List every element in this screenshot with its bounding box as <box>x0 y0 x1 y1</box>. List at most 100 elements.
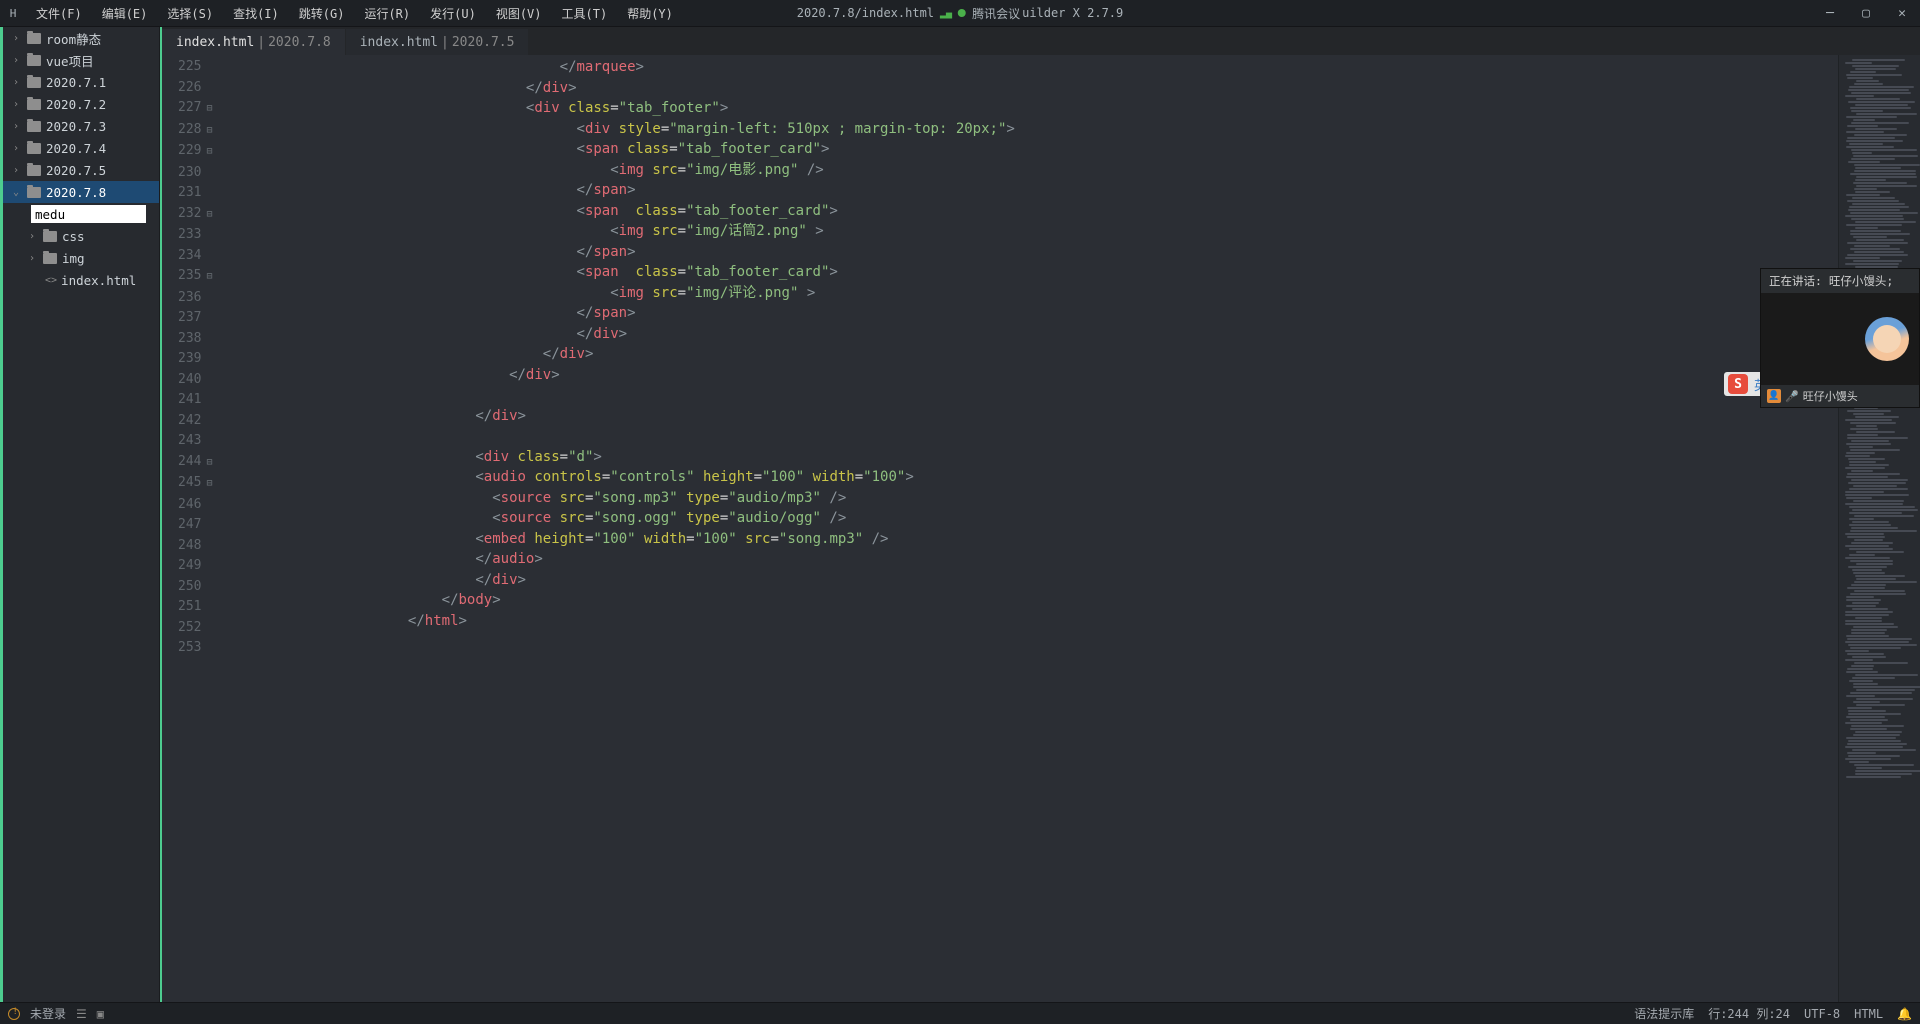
rename-input[interactable] <box>31 205 146 223</box>
warn-icon[interactable] <box>8 1008 20 1020</box>
status-bar: 未登录 ☰ ▣ 语法提示库 行:244 列:24 UTF-8 HTML 🔔 <box>0 1002 1920 1024</box>
tree-label: 2020.7.4 <box>46 141 106 156</box>
tree-folder[interactable]: 2020.7.1 <box>3 71 159 93</box>
line-gutter: 225 226 227⊟228⊟229⊟230 231 232⊟233 234 … <box>162 55 218 1002</box>
chevron-right-icon <box>29 231 41 242</box>
menu-bar: 文件(F)编辑(E)选择(S)查找(I)跳转(G)运行(R)发行(U)视图(V)… <box>26 0 683 27</box>
chevron-right-icon <box>13 33 25 44</box>
file-language[interactable]: HTML <box>1854 1007 1883 1021</box>
list-icon[interactable]: ☰ <box>76 1007 87 1021</box>
cursor-position[interactable]: 行:244 列:24 <box>1708 1005 1790 1022</box>
close-button[interactable]: ✕ <box>1884 0 1920 27</box>
panel-icon[interactable]: ▣ <box>97 1007 104 1021</box>
code-content[interactable]: </marquee> </div> <div class="tab_footer… <box>218 55 1838 1002</box>
folder-icon <box>27 99 41 110</box>
tree-label: 2020.7.8 <box>46 185 106 200</box>
tree-label: room静态 <box>46 29 101 48</box>
sogou-logo-icon[interactable]: S <box>1728 374 1748 394</box>
window-title: 2020.7.8/index.html ▂▄ 腾讯会议 uilder X 2.7… <box>797 5 1124 22</box>
mic-icon: 🎤 <box>1785 390 1799 403</box>
tree-file[interactable]: <> index.html <box>3 269 159 291</box>
meeting-video[interactable] <box>1761 293 1919 385</box>
tree-folder[interactable]: 2020.7.8 <box>3 181 159 203</box>
minimap[interactable] <box>1838 55 1920 1002</box>
html-file-icon: <> <box>45 275 57 286</box>
tree-label: 2020.7.2 <box>46 97 106 112</box>
maximize-button[interactable]: ▢ <box>1848 0 1884 27</box>
minimize-button[interactable]: ─ <box>1812 0 1848 27</box>
chevron-right-icon <box>29 253 41 264</box>
chevron-right-icon <box>13 143 25 154</box>
tab-file: index.html <box>176 35 254 50</box>
folder-icon <box>27 55 41 66</box>
tab-path: 2020.7.5 <box>452 35 515 50</box>
tree-label: 2020.7.1 <box>46 75 106 90</box>
meeting-speaking: 正在讲话: 旺仔小馒头; <box>1761 269 1919 293</box>
folder-icon <box>27 187 41 198</box>
tab-path: 2020.7.8 <box>268 35 331 50</box>
menu-item[interactable]: 帮助(Y) <box>617 0 683 27</box>
tree-folder[interactable]: 2020.7.2 <box>3 93 159 115</box>
menu-item[interactable]: 发行(U) <box>420 0 486 27</box>
folder-icon <box>43 231 57 242</box>
tab-file: index.html <box>360 35 438 50</box>
editor-tabs: index.html|2020.7.8index.html|2020.7.5 <box>162 27 1920 55</box>
tree-label: index.html <box>61 273 136 288</box>
avatar <box>1865 317 1909 361</box>
folder-icon <box>27 143 41 154</box>
tree-folder[interactable]: 2020.7.4 <box>3 137 159 159</box>
participant-name: 旺仔小馒头 <box>1803 388 1858 404</box>
chevron-right-icon <box>13 165 25 176</box>
menu-item[interactable]: 工具(T) <box>552 0 618 27</box>
tree-folder[interactable]: room静态 <box>3 27 159 49</box>
chevron-down-icon <box>13 187 25 198</box>
bell-icon[interactable]: 🔔 <box>1897 1007 1912 1021</box>
tree-label: img <box>62 251 85 266</box>
tree-rename-row <box>3 203 159 225</box>
meeting-overlay[interactable]: 正在讲话: 旺仔小馒头; 👤 🎤 旺仔小馒头 <box>1760 268 1920 408</box>
menu-item[interactable]: 视图(V) <box>486 0 552 27</box>
folder-icon <box>43 253 57 264</box>
menu-item[interactable]: 跳转(G) <box>289 0 355 27</box>
tree-label: 2020.7.5 <box>46 163 106 178</box>
folder-icon <box>27 33 41 44</box>
tree-folder[interactable]: img <box>3 247 159 269</box>
folder-icon <box>27 121 41 132</box>
tree-label: 2020.7.3 <box>46 119 106 134</box>
folder-icon <box>27 77 41 88</box>
login-status[interactable]: 未登录 <box>30 1005 66 1022</box>
folder-icon <box>27 165 41 176</box>
editor-area: index.html|2020.7.8index.html|2020.7.5 2… <box>160 27 1920 1002</box>
window-controls: ─ ▢ ✕ <box>1812 0 1920 27</box>
title-bar: H 文件(F)编辑(E)选择(S)查找(I)跳转(G)运行(R)发行(U)视图(… <box>0 0 1920 27</box>
editor-tab[interactable]: index.html|2020.7.5 <box>346 29 529 55</box>
syntax-hint[interactable]: 语法提示库 <box>1634 1005 1694 1022</box>
tree-folder[interactable]: vue项目 <box>3 49 159 71</box>
tree-folder[interactable]: css <box>3 225 159 247</box>
chevron-right-icon <box>13 77 25 88</box>
menu-item[interactable]: 文件(F) <box>26 0 92 27</box>
title-app: uilder X 2.7.9 <box>1022 6 1123 20</box>
editor-tab[interactable]: index.html|2020.7.8 <box>162 29 345 55</box>
chevron-right-icon <box>13 55 25 66</box>
tree-folder[interactable]: 2020.7.5 <box>3 159 159 181</box>
user-icon: 👤 <box>1767 389 1781 403</box>
chevron-right-icon <box>13 99 25 110</box>
tree-label: css <box>62 229 85 244</box>
chevron-right-icon <box>13 121 25 132</box>
tree-label: vue项目 <box>46 51 94 70</box>
editor[interactable]: 225 226 227⊟228⊟229⊟230 231 232⊟233 234 … <box>162 55 1920 1002</box>
meeting-participant: 👤 🎤 旺仔小馒头 <box>1761 385 1919 407</box>
file-explorer[interactable]: room静态 vue项目 2020.7.1 2020.7.2 2020.7.3 2020.… <box>0 27 160 1002</box>
status-dot-icon <box>958 9 966 17</box>
tree-folder[interactable]: 2020.7.3 <box>3 115 159 137</box>
menu-item[interactable]: 选择(S) <box>157 0 223 27</box>
menu-item[interactable]: 运行(R) <box>354 0 420 27</box>
title-path: 2020.7.8/index.html <box>797 6 934 20</box>
file-encoding[interactable]: UTF-8 <box>1804 1007 1840 1021</box>
title-extra: 腾讯会议 <box>972 5 1020 22</box>
app-logo: H <box>0 7 26 20</box>
menu-item[interactable]: 查找(I) <box>223 0 289 27</box>
signal-icon: ▂▄ <box>940 8 952 19</box>
menu-item[interactable]: 编辑(E) <box>92 0 158 27</box>
